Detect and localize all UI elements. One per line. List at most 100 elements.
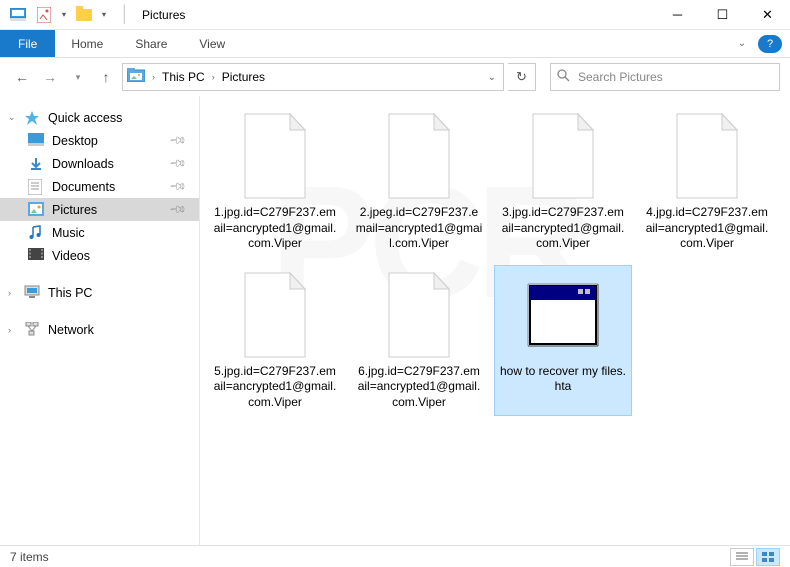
sidebar-item-label: Downloads <box>52 157 114 171</box>
breadcrumb-pictures[interactable]: Pictures <box>218 70 269 84</box>
pin-icon: 📌︎ <box>168 131 187 150</box>
sidebar-item-label: Desktop <box>52 134 98 148</box>
pictures-icon <box>28 202 44 218</box>
network-icon <box>24 322 40 338</box>
ribbon: File Home Share View ⌄ ? <box>0 30 790 58</box>
file-name: 1.jpg.id=C279F237.email=ancrypted1@gmail… <box>211 205 339 252</box>
chevron-right-icon[interactable]: › <box>209 72 218 82</box>
downloads-icon <box>28 156 44 172</box>
qat-caret-icon[interactable]: ▾ <box>102 10 106 19</box>
sidebar-item-pictures[interactable]: Pictures 📌︎ <box>0 198 199 221</box>
file-item[interactable]: 3.jpg.id=C279F237.email=ancrypted1@gmail… <box>494 106 632 257</box>
sidebar-item-label: Documents <box>52 180 115 194</box>
file-item[interactable]: 4.jpg.id=C279F237.email=ancrypted1@gmail… <box>638 106 776 257</box>
window-title: Pictures <box>142 8 185 22</box>
help-button[interactable]: ? <box>758 35 782 53</box>
quick-access-group: ⌄ Quick access Desktop 📌︎ Downloads 📌︎ D… <box>0 106 199 267</box>
blank-file-icon <box>380 111 458 201</box>
file-name: 3.jpg.id=C279F237.email=ancrypted1@gmail… <box>499 205 627 252</box>
quick-access-header[interactable]: ⌄ Quick access <box>0 106 199 129</box>
recent-locations-button[interactable]: ▾ <box>66 65 90 89</box>
sidebar-item-label: Videos <box>52 249 90 263</box>
sidebar-item-music[interactable]: Music <box>0 221 199 244</box>
sidebar-item-downloads[interactable]: Downloads 📌︎ <box>0 152 199 175</box>
sidebar-item-label: Music <box>52 226 85 240</box>
sidebar-item-videos[interactable]: Videos <box>0 244 199 267</box>
breadcrumb-this-pc[interactable]: This PC <box>158 70 209 84</box>
hta-file-icon <box>524 270 602 360</box>
this-pc-group: › This PC <box>0 281 199 304</box>
sidebar-item-network[interactable]: › Network <box>0 318 199 341</box>
address-dropdown-icon[interactable]: ⌄ <box>485 72 499 83</box>
this-pc-icon <box>24 285 40 301</box>
folder-icon <box>74 5 94 25</box>
sidebar-item-label: Network <box>48 323 94 337</box>
navigation-pane: ⌄ Quick access Desktop 📌︎ Downloads 📌︎ D… <box>0 96 200 545</box>
file-name: 5.jpg.id=C279F237.email=ancrypted1@gmail… <box>211 364 339 411</box>
forward-button[interactable]: → <box>38 65 62 89</box>
qat-dropdown-icon[interactable]: ▾ <box>62 10 66 19</box>
maximize-button[interactable]: ☐ <box>700 0 745 30</box>
search-input[interactable]: Search Pictures <box>550 63 780 91</box>
sidebar-item-label: This PC <box>48 286 92 300</box>
tab-view[interactable]: View <box>183 30 241 57</box>
main: ⌄ Quick access Desktop 📌︎ Downloads 📌︎ D… <box>0 96 790 545</box>
file-item[interactable]: 1.jpg.id=C279F237.email=ancrypted1@gmail… <box>206 106 344 257</box>
expand-ribbon-button[interactable]: ⌄ <box>730 30 754 57</box>
minimize-button[interactable]: ─ <box>655 0 700 30</box>
statusbar: 7 items <box>0 545 790 567</box>
address-row: ← → ▾ ↑ › This PC › Pictures ⌄ ↻ Search … <box>0 58 790 96</box>
pin-icon: 📌︎ <box>168 154 187 173</box>
titlebar: ▾ ▾ │ Pictures ─ ☐ ✕ <box>0 0 790 30</box>
file-item[interactable]: 6.jpg.id=C279F237.email=ancrypted1@gmail… <box>350 265 488 416</box>
blank-file-icon <box>380 270 458 360</box>
blank-file-icon <box>524 111 602 201</box>
blank-file-icon <box>668 111 746 201</box>
address-bar[interactable]: › This PC › Pictures ⌄ <box>122 63 504 91</box>
file-item[interactable]: 5.jpg.id=C279F237.email=ancrypted1@gmail… <box>206 265 344 416</box>
file-name: 6.jpg.id=C279F237.email=ancrypted1@gmail… <box>355 364 483 411</box>
expand-caret-icon[interactable]: ⌄ <box>8 112 16 123</box>
refresh-button[interactable]: ↻ <box>508 63 536 91</box>
chevron-right-icon[interactable]: › <box>149 72 158 82</box>
sidebar-item-label: Pictures <box>52 203 97 217</box>
sidebar-item-desktop[interactable]: Desktop 📌︎ <box>0 129 199 152</box>
search-icon <box>557 69 570 85</box>
file-list[interactable]: 1.jpg.id=C279F237.email=ancrypted1@gmail… <box>200 96 790 545</box>
file-item[interactable]: 2.jpeg.id=C279F237.email=ancrypted1@gmai… <box>350 106 488 257</box>
tab-share[interactable]: Share <box>119 30 183 57</box>
music-icon <box>28 225 44 241</box>
item-count: 7 items <box>10 550 49 564</box>
file-tab[interactable]: File <box>0 30 55 57</box>
file-name: how to recover my files.hta <box>499 364 627 395</box>
blank-file-icon <box>236 270 314 360</box>
sidebar-item-this-pc[interactable]: › This PC <box>0 281 199 304</box>
file-item[interactable]: how to recover my files.hta <box>494 265 632 416</box>
blank-file-icon <box>236 111 314 201</box>
separator: │ <box>120 6 130 24</box>
pin-icon: 📌︎ <box>168 200 187 219</box>
quick-launch: ▾ ▾ │ Pictures <box>8 5 185 25</box>
pin-icon: 📌︎ <box>168 177 187 196</box>
close-button[interactable]: ✕ <box>745 0 790 30</box>
expand-caret-icon[interactable]: › <box>8 325 11 335</box>
videos-icon <box>28 248 44 264</box>
thumbnails-view-button[interactable] <box>756 548 780 566</box>
up-button[interactable]: ↑ <box>94 65 118 89</box>
sidebar-item-documents[interactable]: Documents 📌︎ <box>0 175 199 198</box>
properties-icon[interactable] <box>34 5 54 25</box>
file-name: 4.jpg.id=C279F237.email=ancrypted1@gmail… <box>643 205 771 252</box>
explorer-icon <box>8 5 28 25</box>
details-view-button[interactable] <box>730 548 754 566</box>
back-button[interactable]: ← <box>10 65 34 89</box>
expand-caret-icon[interactable]: › <box>8 288 11 298</box>
window-controls: ─ ☐ ✕ <box>655 0 790 30</box>
network-group: › Network <box>0 318 199 341</box>
view-toggle <box>730 548 780 566</box>
documents-icon <box>28 179 44 195</box>
file-name: 2.jpeg.id=C279F237.email=ancrypted1@gmai… <box>355 205 483 252</box>
tab-home[interactable]: Home <box>55 30 119 57</box>
search-placeholder: Search Pictures <box>578 70 663 84</box>
quick-access-label: Quick access <box>48 111 122 125</box>
desktop-icon <box>28 133 44 149</box>
